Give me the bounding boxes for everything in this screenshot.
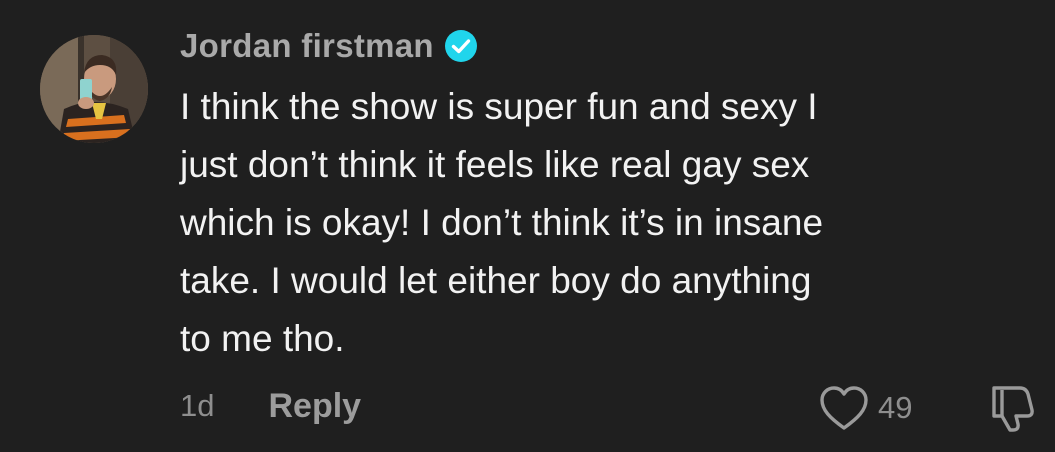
username[interactable]: Jordan firstman: [180, 27, 434, 65]
comment-item: Jordan firstman I think the show is supe…: [0, 0, 1055, 452]
comment-text-line: take. I would let either boy do anything: [180, 260, 812, 301]
like-count: 49: [878, 390, 913, 425]
comment-meta: 1d Reply: [180, 380, 361, 432]
comment-text-line: to me tho.: [180, 318, 345, 359]
thumbs-down-outline-icon[interactable]: [986, 382, 1040, 434]
reply-button[interactable]: Reply: [268, 387, 361, 426]
username-row: Jordan firstman: [180, 22, 478, 70]
like-button[interactable]: 49: [818, 382, 912, 434]
verified-check-icon: [444, 29, 478, 63]
comment-text-line: I think the show is super fun and sexy I: [180, 86, 818, 127]
heart-outline-icon[interactable]: [818, 384, 870, 432]
comment-text-line: just don’t think it feels like real gay …: [180, 144, 810, 185]
comment-text-line: which is okay! I don’t think it’s in ins…: [180, 202, 824, 243]
avatar[interactable]: [40, 35, 148, 143]
comment-text: I think the show is super fun and sexy I…: [180, 78, 1020, 368]
timestamp: 1d: [180, 388, 215, 423]
